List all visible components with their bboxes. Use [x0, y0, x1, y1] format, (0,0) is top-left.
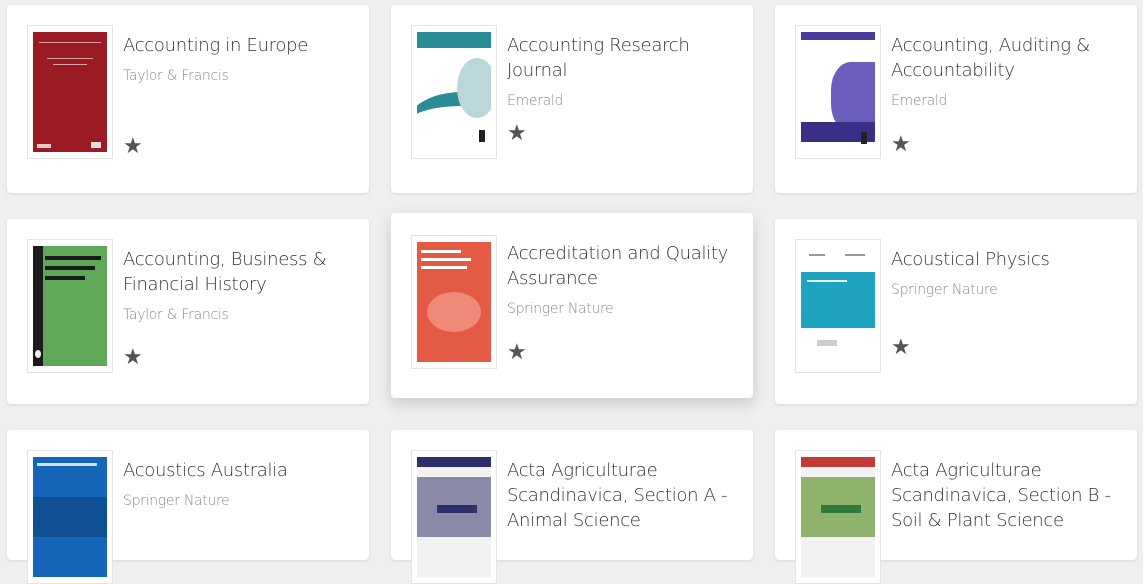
star-icon[interactable]: ★ [507, 341, 527, 363]
journal-title[interactable]: Acoustics Australia Springer Nature [123, 458, 359, 511]
journal-title[interactable]: Accounting, Auditing & Accountability Em… [891, 33, 1127, 111]
journal-cover [411, 450, 497, 584]
journal-cover [795, 239, 881, 373]
journal-publisher: Springer Nature [507, 301, 614, 317]
journal-card[interactable]: Acoustics Australia Springer Nature [7, 430, 369, 584]
journal-publisher: Springer Nature [891, 282, 998, 298]
journal-cover [411, 25, 497, 159]
journal-title[interactable]: Accounting, Business & Financial History… [123, 247, 359, 325]
journal-cover [795, 450, 881, 584]
journal-card[interactable]: Accounting Research Journal Emerald ★ [391, 5, 753, 193]
journal-card[interactable]: Acta Agriculturae Scandinavica, Section … [391, 430, 753, 584]
journal-title[interactable]: Acoustical Physics Springer Nature [891, 247, 1127, 300]
journal-cover [27, 239, 113, 373]
journal-publisher: Taylor & Francis [123, 68, 229, 84]
journal-card[interactable]: Acoustical Physics Springer Nature ★ [775, 219, 1137, 404]
journal-cover [411, 235, 497, 369]
journal-title[interactable]: Accounting Research Journal Emerald [507, 33, 743, 111]
journal-cover [27, 25, 113, 159]
star-icon[interactable]: ★ [123, 135, 143, 157]
journal-publisher: Taylor & Francis [123, 307, 229, 323]
journal-card[interactable]: Accounting in Europe Taylor & Francis ★ [7, 5, 369, 193]
journal-card[interactable]: Acta Agriculturae Scandinavica, Section … [775, 430, 1137, 584]
journal-title[interactable]: Acta Agriculturae Scandinavica, Section … [891, 458, 1127, 533]
journal-publisher: Springer Nature [123, 493, 230, 509]
journal-title[interactable]: Acta Agriculturae Scandinavica, Section … [507, 458, 743, 533]
journal-publisher: Emerald [507, 93, 564, 109]
journal-title[interactable]: Accounting in Europe Taylor & Francis [123, 33, 359, 86]
journal-card[interactable]: Accounting, Auditing & Accountability Em… [775, 5, 1137, 193]
journal-publisher: Emerald [891, 93, 948, 109]
journal-title[interactable]: Accreditation and Quality Assurance Spri… [507, 241, 743, 319]
journal-card[interactable]: Accounting, Business & Financial History… [7, 219, 369, 404]
star-icon[interactable]: ★ [123, 346, 143, 368]
journal-cover [27, 450, 113, 584]
star-icon[interactable]: ★ [507, 122, 527, 144]
star-icon[interactable]: ★ [891, 133, 911, 155]
journal-cover [795, 25, 881, 159]
journal-card[interactable]: Accreditation and Quality Assurance Spri… [391, 213, 753, 398]
star-icon[interactable]: ★ [891, 336, 911, 358]
journal-grid-page: { "journals": [ {"title": "Accounting in… [0, 0, 1143, 584]
